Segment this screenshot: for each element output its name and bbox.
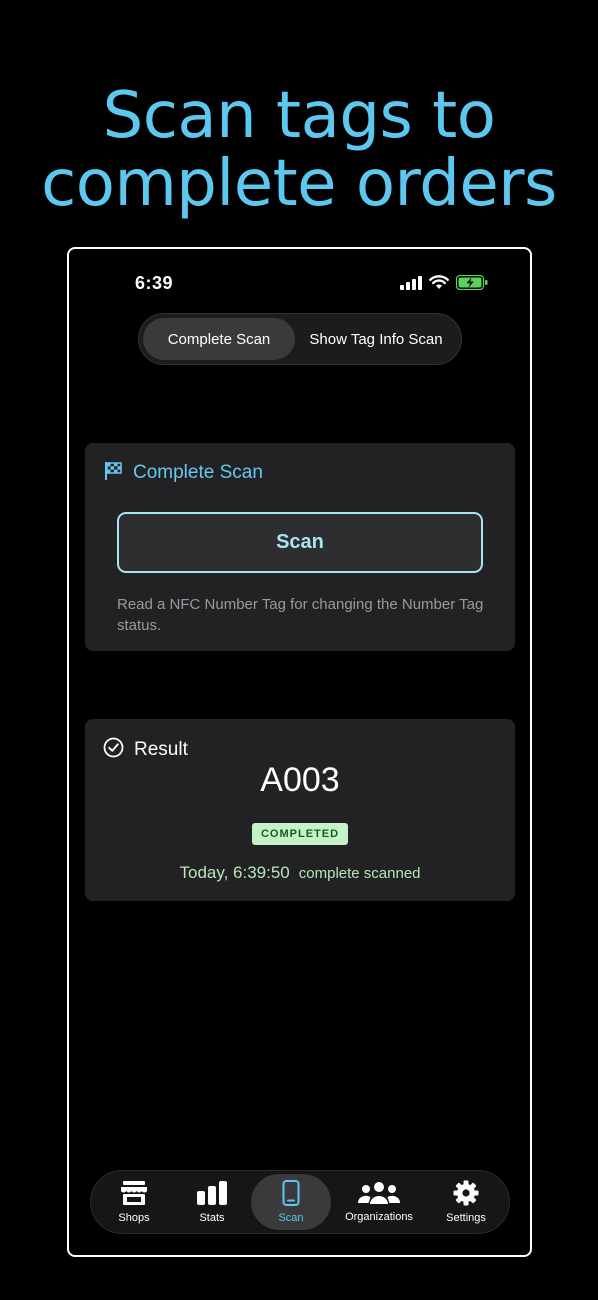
tab-shops[interactable]: Shops: [95, 1174, 173, 1230]
tab-stats[interactable]: Stats: [173, 1174, 251, 1230]
checkmark-circle-icon: [103, 737, 124, 762]
result-title: Result: [134, 738, 188, 760]
cellular-signal-icon: [400, 275, 422, 294]
segment-complete-scan[interactable]: Complete Scan: [143, 318, 295, 360]
shop-icon: [120, 1180, 148, 1209]
promo-headline: Scan tags to complete orders: [0, 82, 598, 218]
result-footer: Today, 6:39:50 complete scanned: [85, 863, 515, 883]
tab-settings[interactable]: Settings: [427, 1174, 505, 1230]
segment-show-tag-info-scan[interactable]: Show Tag Info Scan: [295, 318, 457, 360]
tab-organizations[interactable]: Organizations: [331, 1174, 427, 1230]
status-time: 6:39: [135, 273, 174, 293]
headline-line-2: complete orders: [41, 147, 557, 221]
phone-scan-icon: [282, 1180, 300, 1209]
tab-scan[interactable]: Scan: [251, 1174, 331, 1230]
result-tag-number: A003: [260, 761, 340, 799]
headline-line-1: Scan tags to: [102, 79, 496, 153]
status-badge: COMPLETED: [252, 823, 348, 845]
status-icons: [400, 274, 488, 294]
result-note: complete scanned: [298, 865, 421, 882]
wifi-icon: [429, 275, 449, 294]
tab-scan-label: Scan: [278, 1212, 304, 1224]
result-card: Result A003 COMPLETED Today, 6:39:50 com…: [85, 719, 515, 901]
scan-button[interactable]: Scan: [117, 512, 483, 573]
tab-organizations-label: Organizations: [345, 1211, 413, 1223]
scan-mode-segmented-control: Complete Scan Show Tag Info Scan: [138, 313, 462, 365]
tab-stats-label: Stats: [199, 1212, 225, 1224]
people-icon: [357, 1181, 401, 1208]
battery-charging-icon: [455, 274, 488, 294]
result-header: Result: [103, 737, 188, 762]
tab-settings-label: Settings: [446, 1212, 486, 1224]
flag-checkered-icon: [103, 461, 123, 485]
gear-icon: [453, 1180, 479, 1209]
bottom-tab-bar: Shops Stats Scan Organizations Settings: [90, 1170, 510, 1234]
complete-scan-card: Complete Scan Scan Read a NFC Number Tag…: [85, 443, 515, 651]
complete-scan-header: Complete Scan: [103, 461, 263, 485]
tab-shops-label: Shops: [118, 1212, 150, 1224]
scan-description: Read a NFC Number Tag for changing the N…: [117, 596, 484, 634]
phone-frame: 6:39 Complete Scan Show Tag Info Scan Co…: [67, 247, 532, 1257]
complete-scan-title: Complete Scan: [133, 462, 263, 483]
result-timestamp: Today, 6:39:50: [179, 863, 290, 882]
status-bar: 6:39: [69, 249, 530, 319]
bar-chart-icon: [196, 1180, 228, 1209]
